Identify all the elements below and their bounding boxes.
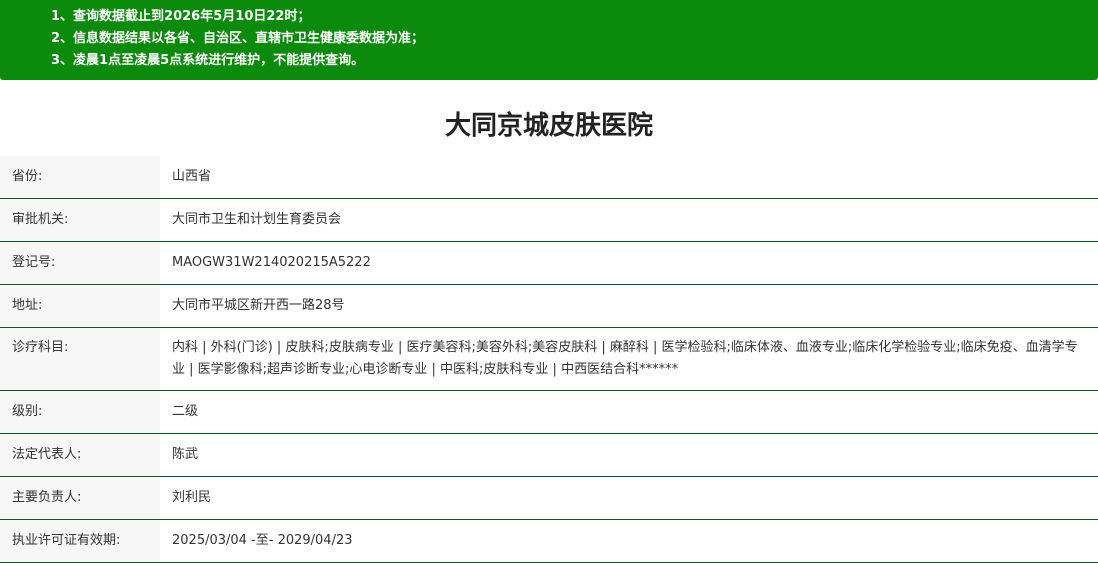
field-value-departments: 内科 | 外科(门诊) | 皮肤科;皮肤病专业 | 医疗美容科;美容外科;美容皮… — [160, 327, 1098, 391]
hospital-info-table: 省份: 山西省 审批机关: 大同市卫生和计划生育委员会 登记号: MAOGW31… — [0, 156, 1098, 563]
field-value-principal: 刘利民 — [160, 476, 1098, 520]
field-value-legal-representative: 陈武 — [160, 433, 1098, 477]
field-value-registration-number: MAOGW31W214020215A5222 — [160, 241, 1098, 285]
field-label-approval-authority: 审批机关: — [0, 198, 160, 242]
field-label-principal: 主要负责人: — [0, 476, 160, 520]
field-label-departments: 诊疗科目: — [0, 327, 160, 391]
row-level: 级别: 二级 — [0, 390, 1098, 434]
notice-line-3: 3、凌晨1点至凌晨5点系统进行维护，不能提供查询。 — [51, 53, 365, 68]
field-label-license-validity: 执业许可证有效期: — [0, 519, 160, 563]
row-license-validity: 执业许可证有效期: 2025/03/04 -至- 2029/04/23 — [0, 519, 1098, 563]
field-label-legal-representative: 法定代表人: — [0, 433, 160, 477]
row-principal: 主要负责人: 刘利民 — [0, 476, 1098, 520]
row-legal-representative: 法定代表人: 陈武 — [0, 433, 1098, 477]
notice-line-2: 2、信息数据结果以各省、自治区、直辖市卫生健康委数据为准； — [51, 31, 425, 46]
field-label-address: 地址: — [0, 284, 160, 328]
row-registration-number: 登记号: MAOGW31W214020215A5222 — [0, 241, 1098, 285]
notice-line-1: 1、查询数据截止到2026年5月10日22时； — [51, 9, 311, 24]
field-value-license-validity: 2025/03/04 -至- 2029/04/23 — [160, 519, 1098, 563]
row-address: 地址: 大同市平城区新开西一路28号 — [0, 284, 1098, 328]
field-value-level: 二级 — [160, 390, 1098, 434]
field-label-registration-number: 登记号: — [0, 241, 160, 285]
row-approval-authority: 审批机关: 大同市卫生和计划生育委员会 — [0, 198, 1098, 242]
notice-banner: 1、查询数据截止到2026年5月10日22时； 2、信息数据结果以各省、自治区、… — [0, 0, 1098, 80]
field-value-approval-authority: 大同市卫生和计划生育委员会 — [160, 198, 1098, 242]
field-label-level: 级别: — [0, 390, 160, 434]
field-value-address: 大同市平城区新开西一路28号 — [160, 284, 1098, 328]
field-value-province: 山西省 — [160, 156, 1098, 199]
field-label-province: 省份: — [0, 156, 160, 199]
row-departments: 诊疗科目: 内科 | 外科(门诊) | 皮肤科;皮肤病专业 | 医疗美容科;美容… — [0, 327, 1098, 391]
hospital-title: 大同京城皮肤医院 — [444, 111, 653, 141]
row-province: 省份: 山西省 — [0, 156, 1098, 199]
